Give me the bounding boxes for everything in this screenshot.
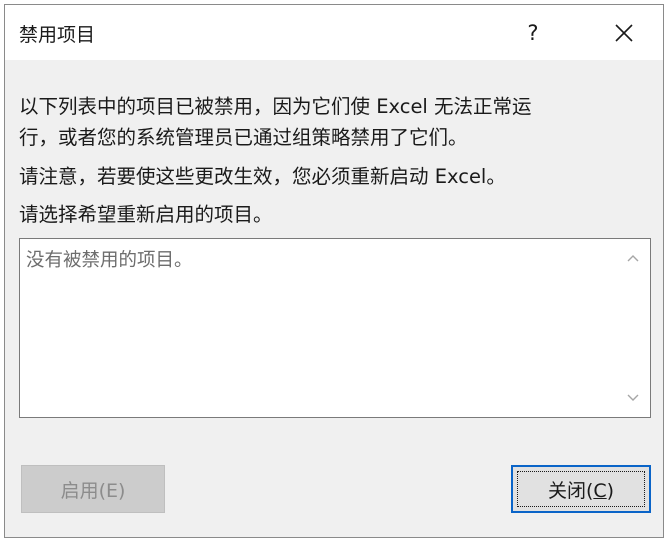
list-scrollbar[interactable] xyxy=(616,239,650,417)
chevron-up-icon xyxy=(627,255,639,262)
enable-button[interactable]: 启用(E) xyxy=(21,465,165,513)
message-line-2: 行，或者您的系统管理员已通过组策略禁用了它们。 xyxy=(19,126,468,149)
disabled-items-list[interactable]: 没有被禁用的项目。 xyxy=(19,238,651,418)
close-button[interactable]: 关闭(C) xyxy=(511,465,651,513)
close-window-button[interactable] xyxy=(601,13,647,53)
restart-note: 请注意，若要使这些更改生效，您必须重新启动 Excel。 xyxy=(19,165,506,188)
close-accelerator: C xyxy=(593,479,607,502)
select-instruction: 请选择希望重新启用的项目。 xyxy=(19,203,273,226)
help-button[interactable]: ? xyxy=(513,13,553,53)
close-button-label: 关闭(C) xyxy=(547,479,615,502)
empty-list-message: 没有被禁用的项目。 xyxy=(26,250,193,271)
disabled-items-dialog: 禁用项目 ? 以下列表中的项目已被禁用，因为它们使 Excel 无法正常运 行，… xyxy=(4,4,664,538)
scroll-up-button[interactable] xyxy=(616,241,650,275)
dialog-title: 禁用项目 xyxy=(19,24,96,46)
scroll-down-button[interactable] xyxy=(616,381,650,415)
enable-button-label: 启用(E) xyxy=(60,479,126,502)
title-bar: 禁用项目 ? xyxy=(5,5,663,60)
message-line-1: 以下列表中的项目已被禁用，因为它们使 Excel 无法正常运 xyxy=(19,95,532,118)
chevron-down-icon xyxy=(627,394,639,401)
close-icon xyxy=(615,24,633,42)
